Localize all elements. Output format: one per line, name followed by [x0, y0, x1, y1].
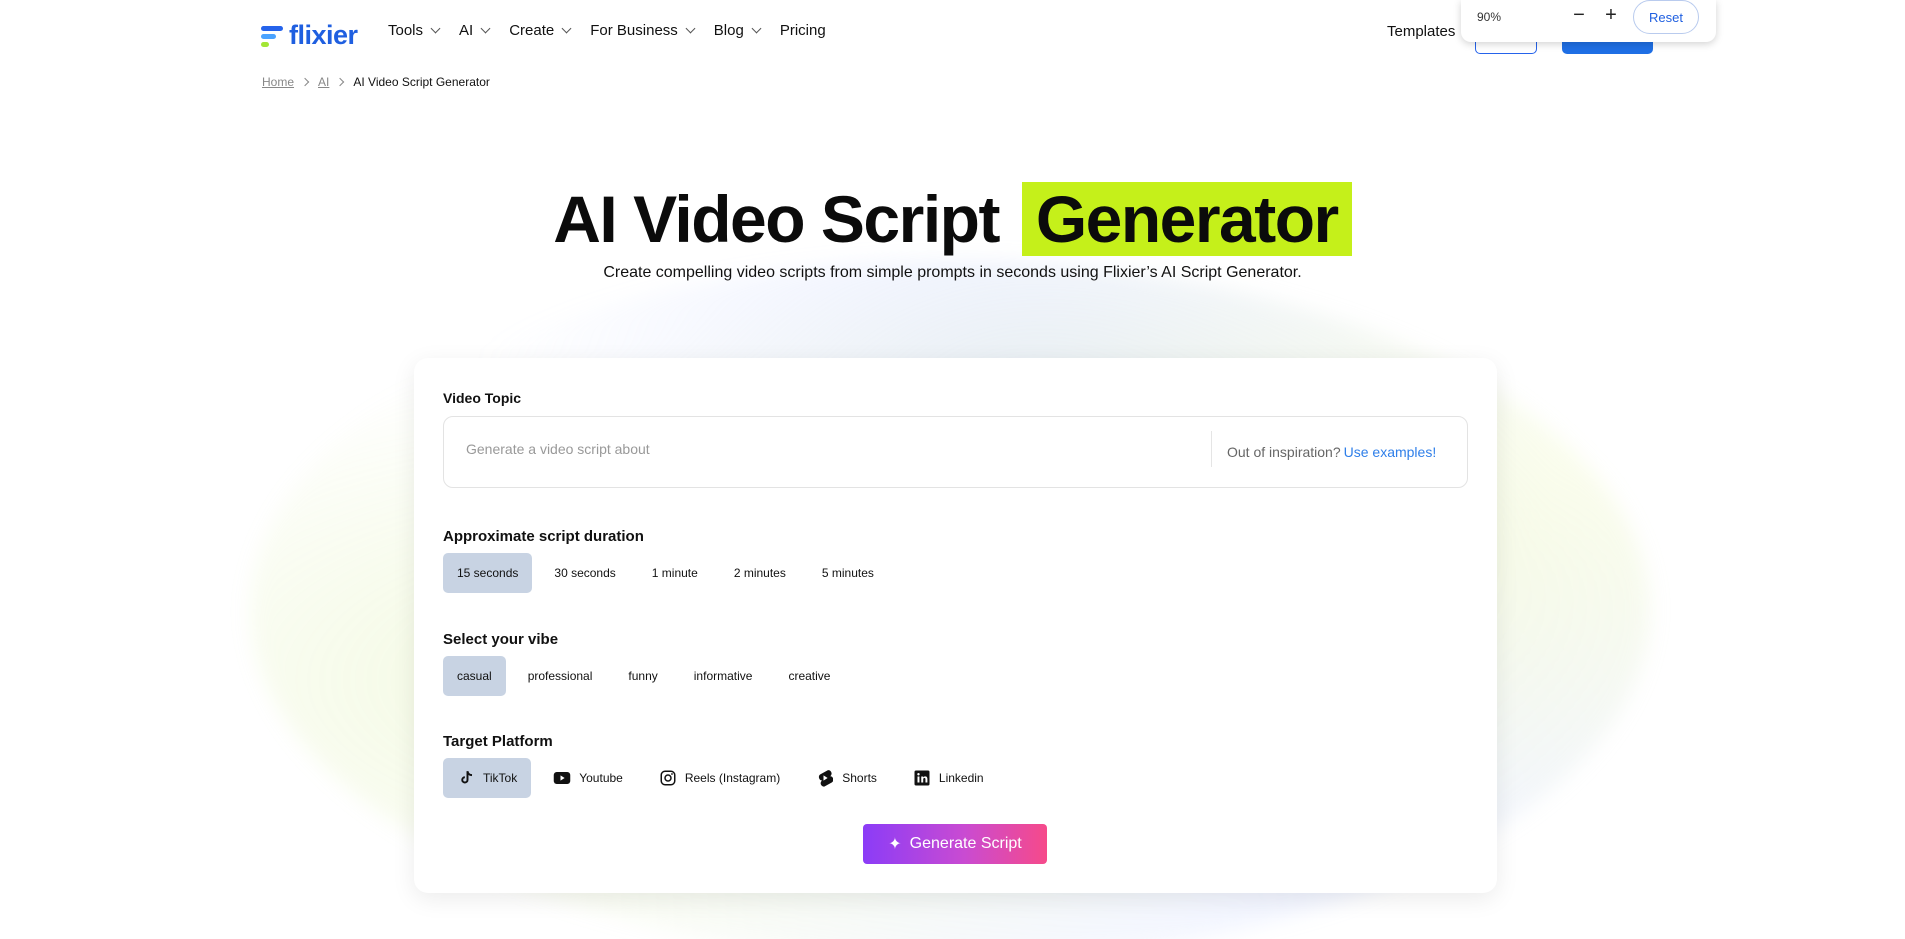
chevron-down-icon: [751, 23, 762, 34]
menu-item-pricing[interactable]: Pricing: [780, 22, 826, 39]
platform-options: TikTok Youtube Reels (Instagram) Shorts …: [443, 758, 1006, 798]
sparkles-icon: ✦: [888, 836, 902, 853]
menu-item-blog[interactable]: Blog: [713, 22, 762, 39]
menu-item-label: AI: [459, 22, 474, 39]
linkedin-icon: [913, 769, 931, 787]
video-topic-box: Out of inspiration?Use examples!: [443, 416, 1468, 488]
vibe-option[interactable]: casual: [443, 656, 506, 696]
generate-script-button[interactable]: ✦ Generate Script: [863, 824, 1047, 864]
page-subtitle: Create compelling video scripts from sim…: [603, 264, 1302, 281]
shorts-icon: [816, 769, 834, 787]
script-generator-form: Video Topic Out of inspiration?Use examp…: [414, 358, 1497, 893]
flixier-logo[interactable]: flixier: [261, 20, 358, 51]
tiktok-icon: [457, 769, 475, 787]
vibe-option[interactable]: funny: [614, 656, 671, 696]
platform-label-text: Reels (Instagram): [684, 771, 781, 785]
inspiration-prompt: Out of inspiration? Use examples!: [1227, 444, 1436, 460]
platform-label-text: Youtube: [579, 771, 623, 785]
vibe-option[interactable]: informative: [680, 656, 767, 696]
video-topic-input[interactable]: [466, 441, 1166, 457]
menu-item-label: Blog: [713, 22, 744, 39]
menu-item-label: Tools: [388, 22, 424, 39]
vibe-options: casual professional funny informative cr…: [443, 656, 852, 696]
platform-label-text: Shorts: [842, 771, 877, 785]
duration-options: 15 seconds 30 seconds 1 minute 2 minutes…: [443, 553, 896, 593]
platform-label: Target Platform: [443, 733, 553, 750]
zoom-level: 90%: [1477, 10, 1502, 24]
duration-option[interactable]: 2 minutes: [720, 553, 800, 593]
platform-label-text: Linkedin: [938, 771, 984, 785]
zoom-out-button[interactable]: −: [1568, 4, 1590, 27]
templates-link[interactable]: Templates: [1387, 23, 1455, 40]
menu-item-create[interactable]: Create: [509, 22, 572, 39]
breadcrumb-current: AI Video Script Generator: [353, 75, 490, 89]
logo-icon: [261, 25, 283, 47]
platform-label-text: TikTok: [483, 771, 518, 785]
platform-option-youtube[interactable]: Youtube: [539, 758, 637, 798]
menu-item-ai[interactable]: AI: [459, 22, 491, 39]
platform-option-linkedin[interactable]: Linkedin: [899, 758, 998, 798]
vibe-option[interactable]: professional: [514, 656, 607, 696]
duration-option[interactable]: 15 seconds: [443, 553, 533, 593]
top-navigation: flixier Tools AI Create For Business Blo…: [0, 0, 1905, 64]
chevron-right-icon: [300, 77, 310, 87]
page-title: AI Video Script Generator: [0, 182, 1905, 256]
duration-option[interactable]: 5 minutes: [808, 553, 888, 593]
menu-item-for-business[interactable]: For Business: [590, 22, 696, 39]
main-menu: Tools AI Create For Business Blog Pricin…: [388, 22, 846, 39]
use-examples-link[interactable]: Use examples!: [1344, 444, 1437, 460]
duration-option[interactable]: 30 seconds: [540, 553, 629, 593]
platform-option-tiktok[interactable]: TikTok: [443, 758, 532, 798]
duration-label: Approximate script duration: [443, 528, 644, 545]
breadcrumb-ai[interactable]: AI: [318, 75, 329, 89]
youtube-icon: [553, 769, 571, 787]
instagram-icon: [659, 769, 677, 787]
video-topic-label: Video Topic: [443, 390, 522, 406]
duration-option[interactable]: 1 minute: [638, 553, 712, 593]
vibe-option[interactable]: creative: [774, 656, 844, 696]
platform-option-instagram[interactable]: Reels (Instagram): [645, 758, 794, 798]
zoom-popup: 90% − + Reset: [1461, 0, 1716, 42]
chevron-down-icon: [561, 23, 572, 34]
menu-item-tools[interactable]: Tools: [388, 22, 441, 39]
platform-option-shorts[interactable]: Shorts: [802, 758, 891, 798]
menu-item-label: For Business: [590, 22, 678, 39]
page-title-main: AI Video Script: [553, 182, 1000, 256]
breadcrumb: Home AI AI Video Script Generator: [262, 75, 490, 89]
zoom-in-button[interactable]: +: [1600, 4, 1622, 27]
chevron-right-icon: [336, 77, 345, 87]
vibe-label: Select your vibe: [443, 631, 559, 648]
menu-item-label: Create: [509, 22, 555, 39]
inspiration-text: Out of inspiration?: [1227, 444, 1341, 460]
page-title-highlight: Generator: [1021, 182, 1352, 256]
logo-text: flixier: [289, 20, 358, 50]
breadcrumb-home[interactable]: Home: [262, 75, 294, 89]
chevron-down-icon: [685, 23, 696, 34]
zoom-reset-button[interactable]: Reset: [1633, 0, 1699, 34]
chevron-down-icon: [430, 23, 441, 34]
divider: [1211, 431, 1212, 467]
chevron-down-icon: [480, 23, 491, 34]
menu-item-label: Pricing: [779, 22, 826, 39]
generate-script-label: Generate Script: [909, 835, 1022, 852]
